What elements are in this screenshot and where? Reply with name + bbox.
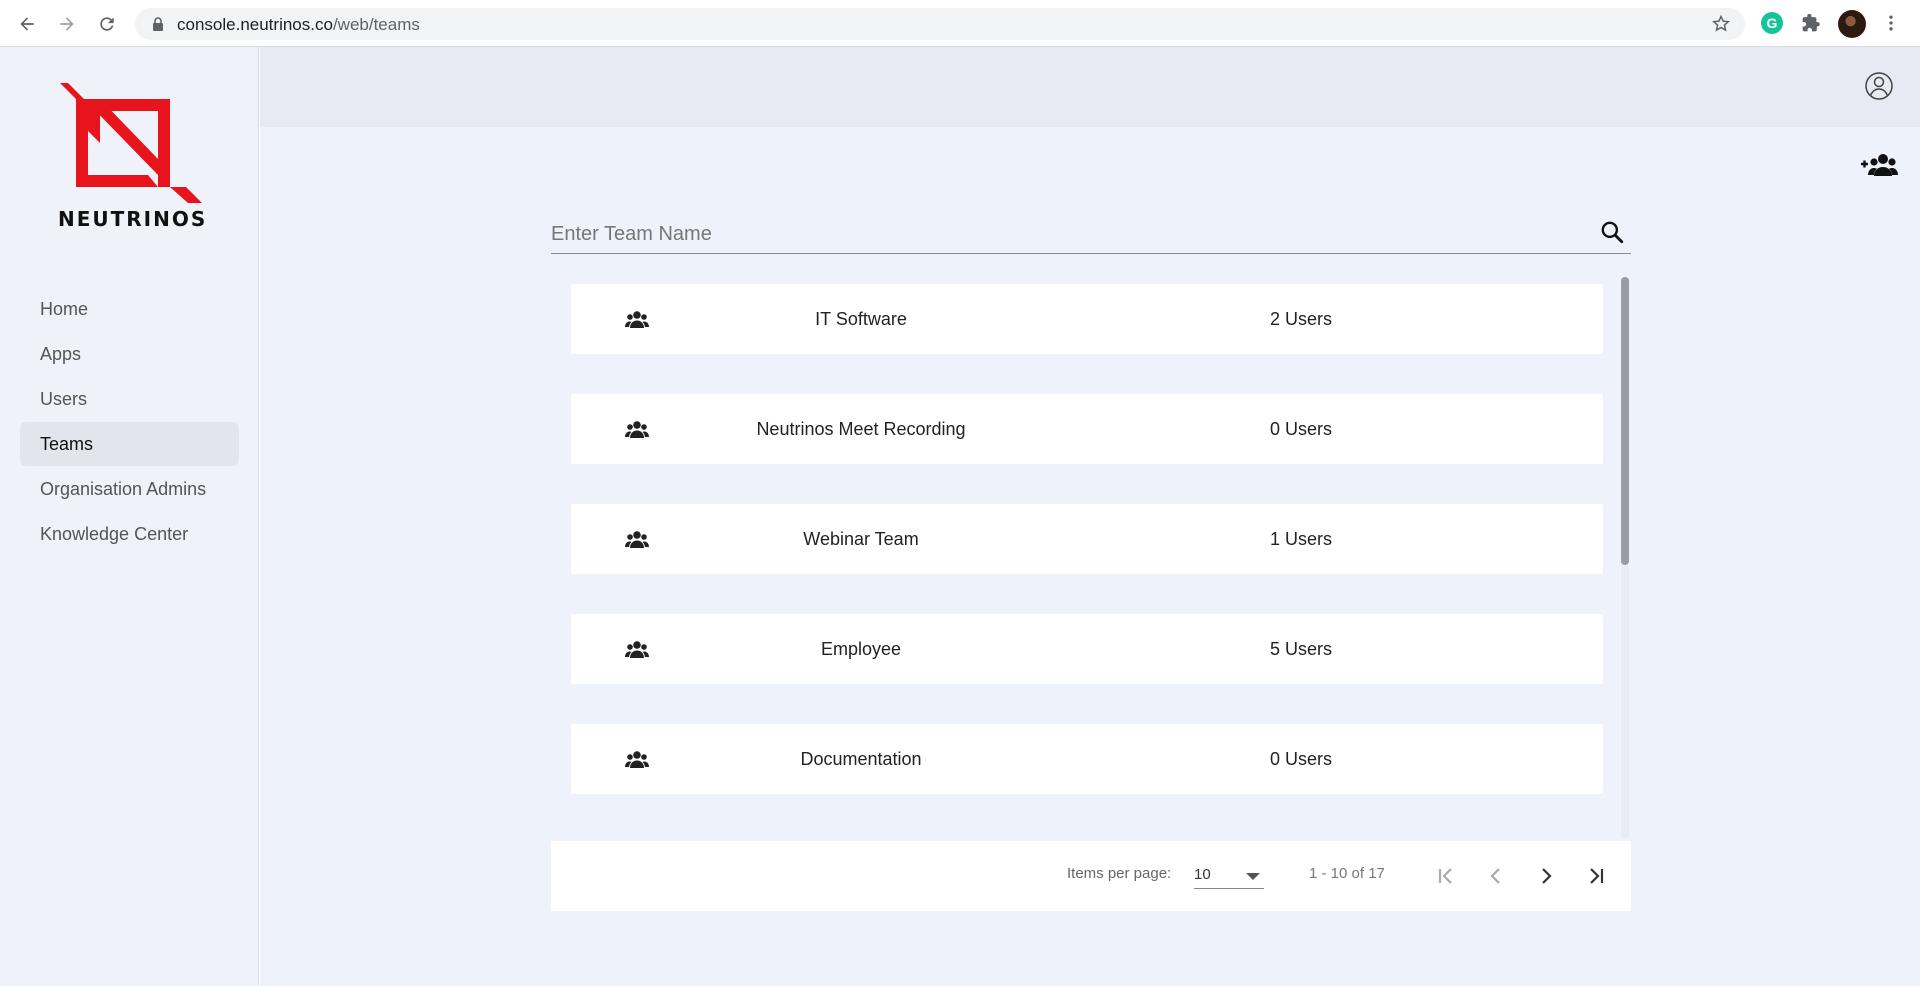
sidebar-menu: Home Apps Users Teams Organisation Admin… <box>20 287 239 557</box>
reload-button[interactable] <box>93 10 121 38</box>
team-user-count: 0 Users <box>1269 418 1332 439</box>
neutrinos-logo-mark <box>60 83 202 203</box>
search-icon[interactable] <box>1599 219 1625 245</box>
sidebar-item-teams[interactable]: Teams <box>20 422 239 466</box>
previous-page-button[interactable] <box>1479 859 1513 893</box>
browser-toolbar: console.neutrinos.co/web/teams G <box>0 0 1920 47</box>
reload-icon <box>100 17 114 31</box>
team-user-count: 1 Users <box>1269 528 1332 549</box>
bookmark-star-icon[interactable] <box>1711 14 1731 34</box>
arrow-left-icon <box>20 17 34 31</box>
team-name: Neutrinos Meet Recording <box>756 418 966 439</box>
browser-menu-icon[interactable] <box>1880 12 1902 34</box>
last-page-button[interactable] <box>1579 859 1613 893</box>
team-row[interactable]: Webinar Team 1 Users <box>571 504 1603 574</box>
team-name: Documentation <box>800 748 922 769</box>
group-icon <box>625 421 649 438</box>
dropdown-caret-icon <box>1246 873 1260 880</box>
add-group-icon[interactable] <box>1860 151 1898 177</box>
team-user-count: 5 Users <box>1269 638 1332 659</box>
neutrinos-logo[interactable]: NEUTRINOS <box>58 83 208 233</box>
lock-icon <box>153 17 163 31</box>
sidebar-item-knowledge-center[interactable]: Knowledge Center <box>20 512 239 556</box>
team-list: IT Software 2 Users Neutrinos Meet Recor… <box>551 277 1631 839</box>
arrow-right-icon <box>60 17 74 31</box>
url-text: console.neutrinos.co/web/teams <box>177 15 420 34</box>
grammarly-extension-icon[interactable]: G <box>1761 12 1783 34</box>
sidebar-item-apps[interactable]: Apps <box>20 332 239 376</box>
paginator: Items per page: 10 1 - 10 of 17 <box>551 841 1631 911</box>
team-row[interactable]: IT Software 2 Users <box>571 284 1603 354</box>
group-icon <box>625 641 649 658</box>
brand-name: NEUTRINOS <box>58 207 208 231</box>
group-icon <box>625 751 649 768</box>
team-row[interactable]: Employee 5 Users <box>571 614 1603 684</box>
team-row[interactable]: Neutrinos Meet Recording 0 Users <box>571 394 1603 464</box>
scrollbar-thumb[interactable] <box>1621 277 1629 565</box>
search-input[interactable] <box>551 219 1581 249</box>
sidebar-item-organisation-admins[interactable]: Organisation Admins <box>20 467 239 511</box>
chevron-left-icon <box>1490 868 1500 884</box>
address-bar[interactable]: console.neutrinos.co/web/teams <box>135 8 1745 40</box>
main-content: IT Software 2 Users Neutrinos Meet Recor… <box>260 47 1920 986</box>
chevron-right-icon <box>1542 868 1552 884</box>
team-user-count: 2 Users <box>1269 308 1332 329</box>
team-row[interactable]: Documentation 0 Users <box>571 724 1603 794</box>
team-name: Employee <box>820 638 902 659</box>
team-name: IT Software <box>815 308 907 329</box>
group-icon <box>625 311 649 328</box>
page-range-label: 1 - 10 of 17 <box>1309 865 1385 882</box>
items-per-page-value: 10 <box>1194 866 1211 883</box>
sidebar-item-users[interactable]: Users <box>20 377 239 421</box>
group-icon <box>625 531 649 548</box>
items-per-page-select[interactable]: 10 <box>1194 861 1264 889</box>
last-page-icon <box>1590 868 1604 884</box>
profile-avatar[interactable] <box>1838 10 1866 38</box>
team-name: Webinar Team <box>803 528 919 549</box>
sidebar-item-home[interactable]: Home <box>20 287 239 331</box>
forward-button[interactable] <box>53 10 81 38</box>
items-per-page-label: Items per page: <box>1067 865 1172 882</box>
list-scrollbar[interactable] <box>1621 277 1629 839</box>
first-page-icon <box>1438 868 1452 884</box>
next-page-button[interactable] <box>1529 859 1563 893</box>
team-search <box>551 215 1631 254</box>
first-page-button[interactable] <box>1429 859 1463 893</box>
back-button[interactable] <box>13 10 41 38</box>
sidebar: NEUTRINOS Home Apps Users Teams Organisa… <box>0 47 259 986</box>
top-header <box>260 47 1920 127</box>
team-user-count: 0 Users <box>1269 748 1332 769</box>
extensions-puzzle-icon[interactable] <box>1800 12 1822 34</box>
account-circle-icon[interactable] <box>1864 71 1894 101</box>
